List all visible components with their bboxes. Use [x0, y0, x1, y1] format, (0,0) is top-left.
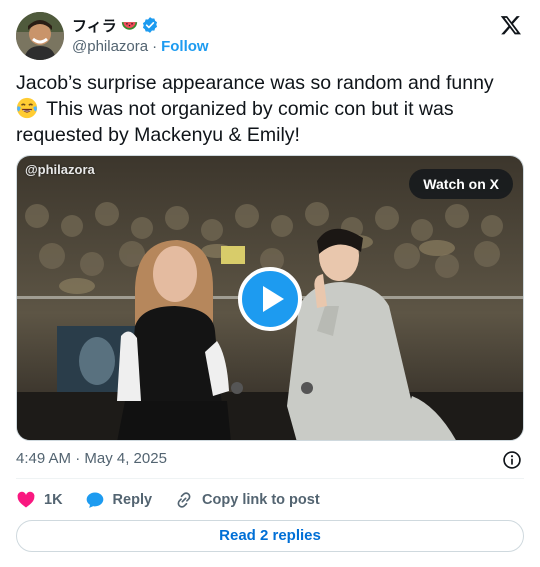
reply-label: Reply [112, 492, 153, 508]
video-player[interactable]: @philazora Watch on X [16, 155, 524, 441]
tweet-text: Jacob’s surprise appearance was so rando… [16, 70, 524, 148]
heart-icon [17, 491, 35, 508]
user-handle[interactable]: @philazora [72, 38, 148, 55]
play-icon[interactable] [238, 267, 302, 331]
timestamp-row: 4:49 AM · May 4, 2025 [16, 450, 524, 470]
link-icon [177, 492, 191, 508]
reply-button[interactable]: Reply [85, 490, 153, 510]
verified-badge-icon [142, 17, 157, 33]
tweet-text-line2: This was not organized by comic con but … [16, 98, 454, 146]
face-with-tears-of-joy-icon [16, 97, 38, 119]
action-bar: 1K Reply Copy link to post [16, 488, 524, 512]
display-name[interactable]: フィラ [72, 15, 117, 36]
like-count: 1K [44, 492, 63, 508]
like-button[interactable]: 1K [16, 490, 63, 510]
speech-bubble-icon [86, 492, 103, 508]
tweet-embed-card: フィラ @philazora · Follow Jacob’s surprise… [0, 0, 540, 567]
avatar[interactable] [16, 12, 64, 60]
copy-link-button[interactable]: Copy link to post [174, 490, 320, 510]
video-watermark: @philazora [25, 162, 95, 177]
info-icon[interactable] [502, 450, 522, 470]
tweet-text-line1: Jacob’s surprise appearance was so rando… [16, 72, 494, 94]
read-replies-button[interactable]: Read 2 replies [16, 520, 524, 552]
divider [16, 478, 524, 479]
copy-link-label: Copy link to post [202, 492, 320, 508]
x-logo-icon[interactable] [500, 14, 522, 36]
follow-button[interactable]: Follow [161, 38, 209, 55]
watermelon-icon [121, 21, 137, 30]
tweet-header: フィラ @philazora · Follow [16, 12, 524, 60]
watch-on-x-button[interactable]: Watch on X [409, 169, 513, 199]
timestamp[interactable]: 4:49 AM · May 4, 2025 [16, 450, 167, 467]
separator-dot: · [152, 37, 158, 55]
